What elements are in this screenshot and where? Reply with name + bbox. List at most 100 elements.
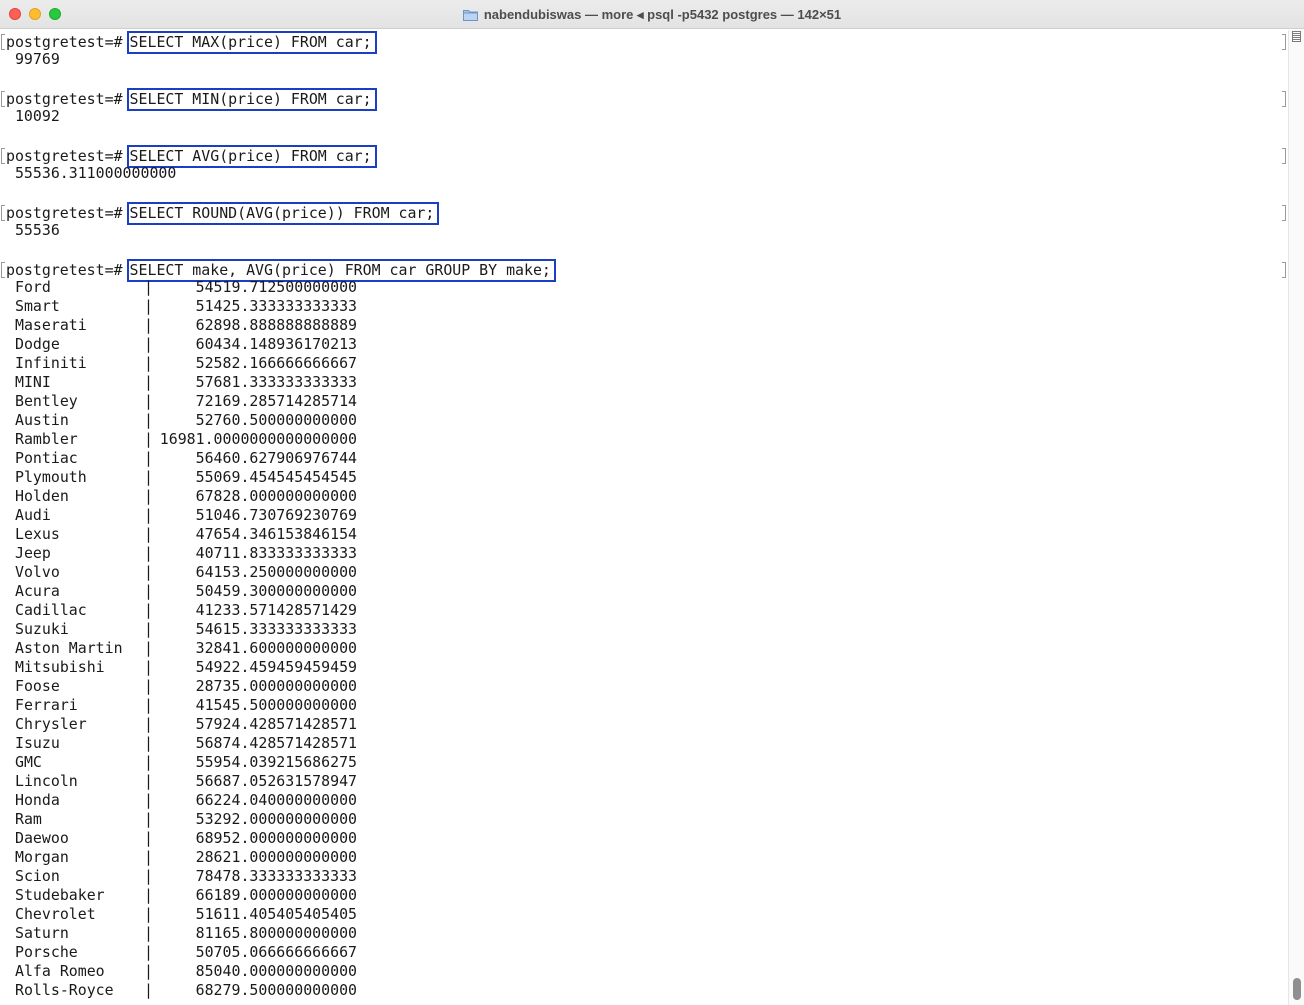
make-cell: Acura	[15, 582, 60, 600]
avg-price-cell: 16981.0000000000000000	[159, 430, 357, 448]
column-separator: |	[144, 506, 153, 524]
make-cell: Chevrolet	[15, 905, 96, 923]
avg-price-cell: 78478.333333333333	[195, 867, 357, 885]
column-separator: |	[144, 734, 153, 752]
avg-price-cell: 72169.285714285714	[195, 392, 357, 410]
column-separator: |	[144, 601, 153, 619]
column-separator: |	[144, 449, 153, 467]
shell-prompt: postgretest=#	[6, 147, 123, 165]
command-mark-right	[1282, 34, 1286, 50]
column-separator: |	[144, 392, 153, 410]
column-separator: |	[144, 658, 153, 676]
make-cell: Ford	[15, 278, 51, 296]
column-separator: |	[144, 487, 153, 505]
command-mark-right	[1282, 91, 1286, 107]
column-separator: |	[144, 316, 153, 334]
avg-price-cell: 51425.333333333333	[195, 297, 357, 315]
avg-price-cell: 52582.166666666667	[195, 354, 357, 372]
avg-price-cell: 66189.000000000000	[195, 886, 357, 904]
make-cell: MINI	[15, 373, 51, 391]
avg-price-cell: 62898.888888888889	[195, 316, 357, 334]
avg-price-cell: 50705.066666666667	[195, 943, 357, 961]
terminal-output[interactable]: postgretest=# SELECT MAX(price) FROM car;…	[0, 30, 1288, 1005]
command-mark-right	[1282, 262, 1286, 278]
avg-price-cell: 54922.459459459459	[195, 658, 357, 676]
make-cell: Ferrari	[15, 696, 78, 714]
make-cell: Lincoln	[15, 772, 78, 790]
command-mark-right	[1282, 205, 1286, 221]
prompt-line: postgretest=# SELECT ROUND(AVG(price)) FR…	[6, 202, 440, 225]
avg-price-cell: 41233.571428571429	[195, 601, 357, 619]
avg-price-cell: 41545.500000000000	[195, 696, 357, 714]
make-cell: Dodge	[15, 335, 60, 353]
avg-price-cell: 55954.039215686275	[195, 753, 357, 771]
command-mark-left	[1, 262, 5, 278]
avg-price-cell: 32841.600000000000	[195, 639, 357, 657]
prompt-line: postgretest=# SELECT make, AVG(price) FRO…	[6, 259, 556, 282]
make-cell: Plymouth	[15, 468, 87, 486]
make-cell: Alfa Romeo	[15, 962, 105, 980]
column-separator: |	[144, 943, 153, 961]
prompt-line: postgretest=# SELECT MIN(price) FROM car;	[6, 88, 377, 111]
title-bar[interactable]: nabendubiswas — more ◂ psql -p5432 postg…	[0, 0, 1304, 29]
avg-price-cell: 47654.346153846154	[195, 525, 357, 543]
column-separator: |	[144, 582, 153, 600]
make-cell: Volvo	[15, 563, 60, 581]
highlighted-sql-command: SELECT MAX(price) FROM car;	[126, 31, 377, 54]
command-mark-left	[1, 34, 5, 50]
make-cell: Pontiac	[15, 449, 78, 467]
column-separator: |	[144, 335, 153, 353]
column-separator: |	[144, 753, 153, 771]
avg-price-cell: 68952.000000000000	[195, 829, 357, 847]
split-pane-icon[interactable]	[1292, 31, 1301, 42]
avg-price-cell: 81165.800000000000	[195, 924, 357, 942]
avg-price-cell: 67828.000000000000	[195, 487, 357, 505]
column-separator: |	[144, 278, 153, 296]
make-cell: Lexus	[15, 525, 60, 543]
command-mark-left	[1, 205, 5, 221]
avg-price-cell: 57681.333333333333	[195, 373, 357, 391]
make-cell: Infiniti	[15, 354, 87, 372]
column-separator: |	[144, 715, 153, 733]
column-separator: |	[144, 468, 153, 486]
column-separator: |	[144, 354, 153, 372]
vertical-scrollbar[interactable]	[1288, 30, 1304, 1005]
make-cell: GMC	[15, 753, 42, 771]
make-cell: Cadillac	[15, 601, 87, 619]
column-separator: |	[144, 525, 153, 543]
make-cell: Porsche	[15, 943, 78, 961]
column-separator: |	[144, 848, 153, 866]
command-mark-left	[1, 91, 5, 107]
window-title: nabendubiswas — more ◂ psql -p5432 postg…	[483, 6, 842, 22]
avg-price-cell: 51046.730769230769	[195, 506, 357, 524]
column-separator: |	[144, 829, 153, 847]
column-separator: |	[144, 430, 153, 448]
make-cell: Morgan	[15, 848, 69, 866]
query-result: 55536	[6, 221, 60, 239]
avg-price-cell: 57924.428571428571	[195, 715, 357, 733]
make-cell: Jeep	[15, 544, 51, 562]
avg-price-cell: 64153.250000000000	[195, 563, 357, 581]
make-cell: Saturn	[15, 924, 69, 942]
column-separator: |	[144, 867, 153, 885]
shell-prompt: postgretest=#	[6, 33, 123, 51]
scrollbar-thumb[interactable]	[1293, 978, 1301, 1000]
avg-price-cell: 53292.000000000000	[195, 810, 357, 828]
make-cell: Austin	[15, 411, 69, 429]
make-cell: Suzuki	[15, 620, 69, 638]
column-separator: |	[144, 791, 153, 809]
avg-price-cell: 68279.500000000000	[195, 981, 357, 999]
avg-price-cell: 54615.333333333333	[195, 620, 357, 638]
column-separator: |	[144, 981, 153, 999]
highlighted-sql-command: SELECT ROUND(AVG(price)) FROM car;	[126, 202, 440, 225]
make-cell: Maserati	[15, 316, 87, 334]
column-separator: |	[144, 886, 153, 904]
avg-price-cell: 52760.500000000000	[195, 411, 357, 429]
prompt-line: postgretest=# SELECT MAX(price) FROM car;	[6, 31, 377, 54]
window-title-wrap: nabendubiswas — more ◂ psql -p5432 postg…	[0, 0, 1304, 29]
column-separator: |	[144, 962, 153, 980]
make-cell: Rolls-Royce	[15, 981, 114, 999]
make-cell: Studebaker	[15, 886, 105, 904]
avg-price-cell: 50459.300000000000	[195, 582, 357, 600]
column-separator: |	[144, 411, 153, 429]
